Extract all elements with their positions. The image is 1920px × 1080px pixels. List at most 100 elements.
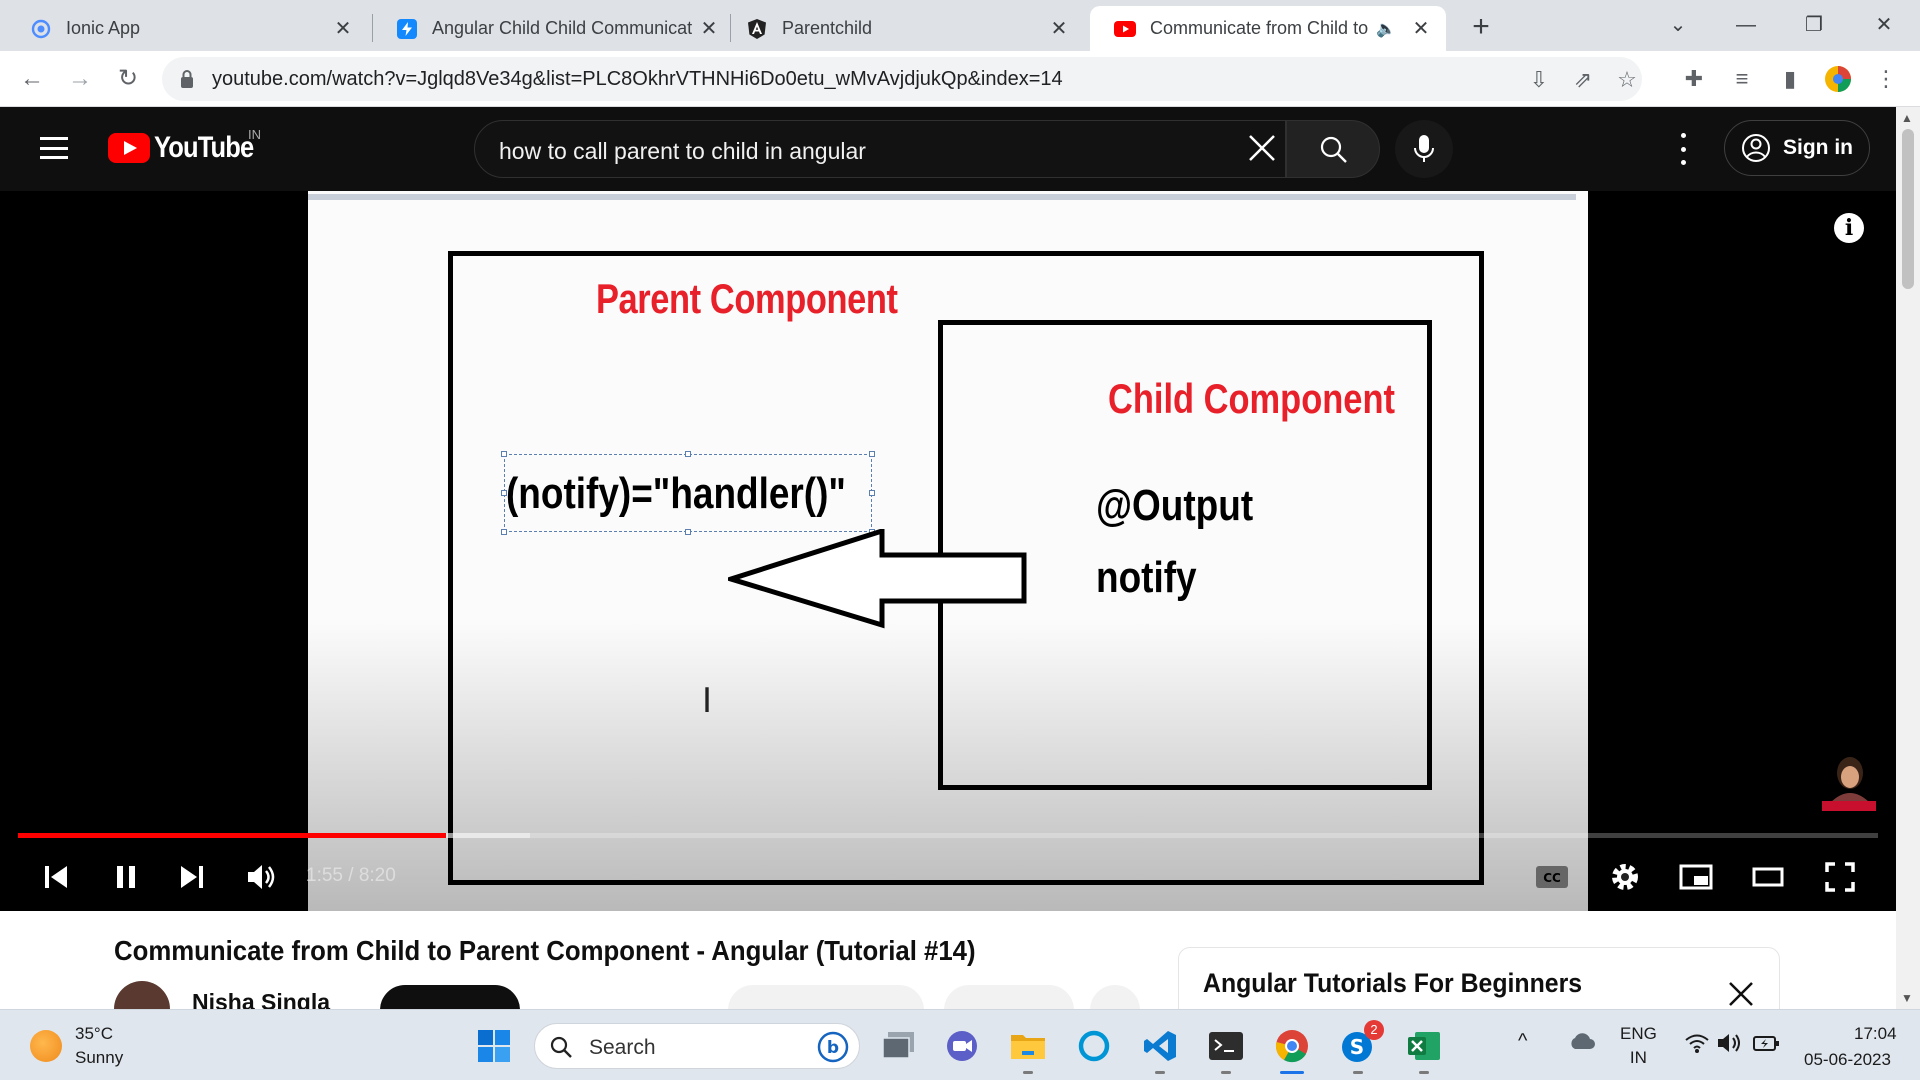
previous-video-icon[interactable] bbox=[34, 855, 78, 899]
speaker-muted-icon[interactable]: 🔈 bbox=[1376, 19, 1398, 39]
share-button[interactable] bbox=[944, 985, 1074, 1009]
profile-avatar-icon[interactable] bbox=[1824, 65, 1852, 93]
media-queue-icon[interactable]: ≡ bbox=[1728, 65, 1756, 93]
excel-icon[interactable] bbox=[1402, 1024, 1446, 1074]
settings-more-icon[interactable] bbox=[1668, 133, 1698, 165]
page-scrollbar[interactable]: ▲ ▼ bbox=[1896, 107, 1920, 1009]
taskbar-search-box[interactable]: Search b bbox=[534, 1023, 860, 1069]
search-input[interactable]: how to call parent to child in angular bbox=[474, 120, 1286, 178]
running-indicator bbox=[1280, 1071, 1304, 1074]
restore-icon[interactable]: ❐ bbox=[1792, 8, 1836, 42]
tab-close-icon[interactable]: ✕ bbox=[332, 18, 354, 40]
channel-watermark-subscribe-icon[interactable] bbox=[1822, 753, 1876, 811]
tab-ionic-app[interactable]: Ionic App ✕ bbox=[6, 6, 368, 51]
extensions-puzzle-icon[interactable]: ✚ bbox=[1680, 65, 1708, 93]
fullscreen-icon[interactable] bbox=[1818, 855, 1862, 899]
battery-charging-icon[interactable] bbox=[1752, 1032, 1780, 1059]
search-icon bbox=[1320, 136, 1347, 163]
tab-close-icon[interactable]: ✕ bbox=[1410, 18, 1432, 40]
playlist-close-icon[interactable] bbox=[1727, 980, 1755, 1009]
clock-time[interactable]: 17:04 bbox=[1854, 1024, 1897, 1044]
guide-menu-icon[interactable] bbox=[40, 137, 68, 159]
parent-component-title: Parent Component bbox=[596, 275, 898, 322]
handler-binding-text: (notify)="handler()" bbox=[506, 469, 846, 518]
browser-tab-strip: Ionic App ✕ Angular Child Child Communic… bbox=[0, 0, 1920, 51]
weather-temperature[interactable]: 35°C bbox=[75, 1024, 113, 1044]
search-query-text: how to call parent to child in angular bbox=[499, 138, 866, 164]
task-view-icon[interactable] bbox=[877, 1024, 921, 1068]
new-tab-button[interactable]: + bbox=[1464, 10, 1498, 44]
side-panel-icon[interactable]: ▮ bbox=[1776, 65, 1804, 93]
channel-name[interactable]: Nisha Singla bbox=[192, 989, 330, 1009]
scroll-up-arrow-icon[interactable]: ▲ bbox=[1901, 111, 1913, 125]
bing-icon[interactable]: b bbox=[817, 1031, 849, 1063]
playlist-title[interactable]: Angular Tutorials For Beginners bbox=[1203, 968, 1582, 999]
skype-icon[interactable]: S 2 bbox=[1336, 1020, 1384, 1074]
show-hidden-icons-chevron-icon[interactable]: ^ bbox=[1518, 1030, 1527, 1053]
like-dislike-button[interactable] bbox=[728, 985, 924, 1009]
miniplayer-icon[interactable] bbox=[1674, 855, 1718, 899]
subscribe-button[interactable] bbox=[380, 985, 520, 1009]
address-bar[interactable]: youtube.com/watch?v=Jglqd8Ve34g&list=PLC… bbox=[162, 57, 1642, 101]
minimize-icon[interactable]: — bbox=[1724, 8, 1768, 42]
close-window-icon[interactable]: ✕ bbox=[1862, 8, 1906, 42]
country-code: IN bbox=[248, 127, 261, 142]
scrollbar-thumb[interactable] bbox=[1902, 129, 1914, 289]
running-indicator bbox=[1353, 1071, 1363, 1074]
running-indicator bbox=[1221, 1071, 1231, 1074]
youtube-logo[interactable]: YouTube bbox=[108, 131, 271, 165]
forward-arrow-icon[interactable]: → bbox=[62, 61, 98, 97]
terminal-icon[interactable] bbox=[1204, 1024, 1248, 1074]
teams-chat-icon[interactable] bbox=[940, 1024, 984, 1068]
info-icon[interactable]: i bbox=[1834, 213, 1864, 243]
wifi-icon[interactable] bbox=[1684, 1032, 1710, 1059]
install-app-icon[interactable]: ⇩ bbox=[1526, 67, 1552, 93]
notification-badge: 2 bbox=[1364, 1020, 1384, 1040]
cortana-icon[interactable] bbox=[1072, 1024, 1116, 1068]
microphone-icon bbox=[1414, 135, 1434, 162]
tab-close-icon[interactable]: ✕ bbox=[698, 18, 720, 40]
windows-start-icon[interactable] bbox=[472, 1024, 516, 1068]
vscode-icon[interactable] bbox=[1138, 1024, 1182, 1074]
lock-icon bbox=[181, 70, 193, 88]
back-arrow-icon[interactable]: ← bbox=[14, 61, 50, 97]
theater-mode-icon[interactable] bbox=[1746, 855, 1790, 899]
video-title: Communicate from Child to Parent Compone… bbox=[114, 935, 976, 966]
channel-avatar[interactable] bbox=[114, 981, 170, 1009]
onedrive-cloud-icon[interactable] bbox=[1568, 1030, 1596, 1057]
video-player[interactable]: Parent Component Child Component (notify… bbox=[0, 191, 1896, 911]
clear-search-icon[interactable] bbox=[1245, 133, 1279, 167]
clock-date[interactable]: 05-06-2023 bbox=[1804, 1050, 1891, 1070]
sun-weather-icon[interactable] bbox=[30, 1030, 62, 1062]
next-video-icon[interactable] bbox=[170, 855, 214, 899]
tab-communicate-child-to-parent[interactable]: Communicate from Child to 🔈 ✕ bbox=[1090, 6, 1446, 51]
settings-gear-icon[interactable] bbox=[1603, 855, 1647, 899]
progress-played bbox=[18, 833, 446, 838]
time-display: 1:55 / 8:20 bbox=[306, 865, 396, 886]
youtube-wordmark: YouTube bbox=[154, 131, 254, 164]
reload-icon[interactable]: ↻ bbox=[110, 61, 146, 97]
scroll-down-arrow-icon[interactable]: ▼ bbox=[1901, 991, 1913, 1005]
chrome-icon[interactable] bbox=[1270, 1024, 1314, 1074]
search-button[interactable] bbox=[1286, 120, 1380, 178]
weather-description[interactable]: Sunny bbox=[75, 1048, 123, 1068]
tab-angular-child-communication[interactable]: Angular Child Child Communicat ✕ bbox=[372, 6, 734, 51]
chrome-menu-icon[interactable]: ⋮ bbox=[1872, 65, 1900, 93]
captions-icon[interactable]: CC bbox=[1530, 855, 1574, 899]
file-explorer-icon[interactable] bbox=[1006, 1024, 1050, 1074]
svg-text:b: b bbox=[827, 1038, 839, 1058]
volume-icon[interactable] bbox=[240, 855, 284, 899]
voice-search-button[interactable] bbox=[1395, 120, 1453, 178]
input-language-indicator[interactable]: ENG IN bbox=[1620, 1024, 1657, 1068]
bookmark-star-icon[interactable]: ☆ bbox=[1614, 67, 1640, 93]
pause-icon[interactable] bbox=[104, 855, 148, 899]
more-actions-button[interactable] bbox=[1090, 985, 1140, 1009]
running-indicator bbox=[1419, 1071, 1429, 1074]
progress-bar[interactable] bbox=[18, 833, 1878, 838]
sign-in-button[interactable]: Sign in bbox=[1724, 120, 1870, 176]
share-icon[interactable]: ⇗ bbox=[1570, 67, 1596, 93]
speaker-volume-icon[interactable] bbox=[1716, 1032, 1744, 1059]
tab-close-icon[interactable]: ✕ bbox=[1048, 18, 1070, 40]
tab-parentchild[interactable]: Parentchild ✕ bbox=[722, 6, 1084, 51]
tab-search-chevron-icon[interactable]: ⌄ bbox=[1656, 8, 1700, 42]
